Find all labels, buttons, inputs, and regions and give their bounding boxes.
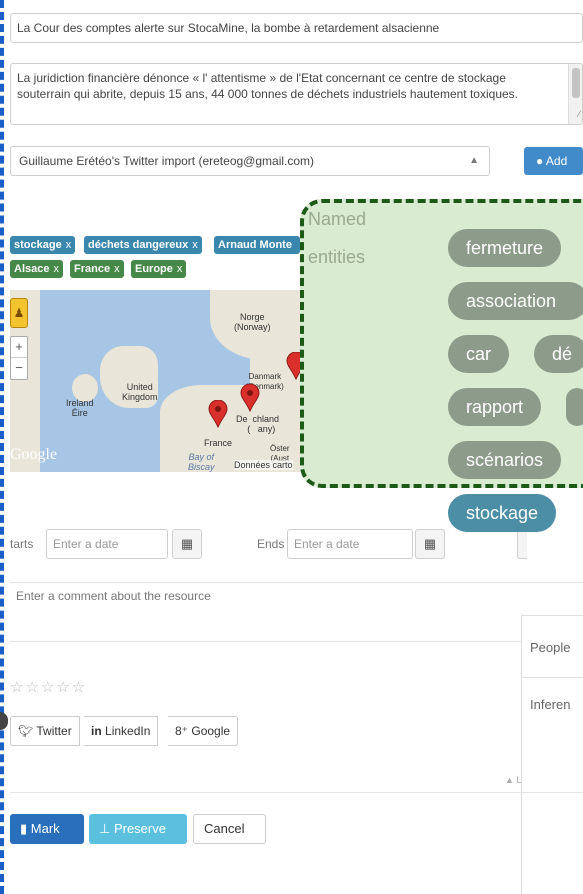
- named-entities-title-line1: Named: [308, 209, 367, 229]
- tag-label: Alsace: [14, 263, 50, 275]
- pin-icon: ⊥: [99, 821, 111, 836]
- twitter-icon: 🐦︎: [18, 724, 34, 738]
- google-logo: Google: [10, 446, 58, 463]
- preserve-button[interactable]: ⊥ Preserve: [89, 814, 187, 844]
- select-caret-icon: ▲: [469, 155, 479, 166]
- account-select[interactable]: Guillaume Erétéo's Twitter import (erete…: [10, 146, 490, 176]
- people-heading: People: [530, 640, 571, 655]
- tag-label: déchets dangereux: [88, 239, 189, 251]
- map-label-biscay: Bay of Biscay: [188, 452, 215, 472]
- cancel-button[interactable]: Cancel: [193, 814, 266, 844]
- entity-pill[interactable]: car: [448, 335, 510, 373]
- right-panel: People Inferen: [521, 615, 583, 894]
- start-date-input[interactable]: Enter a date: [46, 529, 168, 559]
- map-label-uk: United Kingdom: [122, 382, 158, 402]
- entity-pill[interactable]: dé: [534, 335, 583, 373]
- rating-stars[interactable]: ☆☆☆☆☆: [10, 678, 87, 696]
- scrollbar-thumb[interactable]: [572, 68, 580, 98]
- linkedin-icon: in: [91, 724, 102, 738]
- description-textarea[interactable]: La juridiction financière dénonce « l' a…: [10, 63, 583, 125]
- bookmark-icon: ▮: [20, 821, 28, 836]
- tag-label: Europe: [135, 263, 173, 275]
- tag-label: France: [74, 263, 111, 275]
- entity-pill[interactable]: [566, 388, 583, 426]
- tag-europe: Europe x: [131, 260, 187, 278]
- add-button[interactable]: ● Add: [524, 147, 583, 175]
- end-date-input[interactable]: Enter a date: [287, 529, 413, 559]
- tag-remove-button[interactable]: x: [192, 239, 198, 251]
- scroll-hint[interactable]: ▲ L: [505, 775, 521, 785]
- map-label-norway: Norge (Norway): [234, 312, 271, 332]
- map-label-france: France: [204, 438, 233, 448]
- comment-textarea[interactable]: Enter a comment about the resource: [10, 582, 583, 642]
- map-label-germany: De chland ( any): [236, 414, 280, 434]
- description-text: La juridiction financière dénonce « l' a…: [17, 71, 518, 101]
- mark-button-label: Mark: [30, 821, 60, 836]
- share-google-button[interactable]: 8⁺ Google: [168, 716, 239, 746]
- entity-pill-active[interactable]: stockage: [448, 494, 557, 532]
- share-twitter-button[interactable]: 🐦︎ Twitter: [10, 716, 80, 746]
- divider: [10, 792, 583, 793]
- tag-label: stockage: [14, 239, 62, 251]
- plus-circle-icon: ●: [536, 154, 544, 168]
- starts-label: tarts: [10, 537, 34, 551]
- calendar-icon[interactable]: ▦: [415, 529, 445, 559]
- zoom-out-button[interactable]: −: [11, 358, 27, 379]
- ends-label: Ends: [257, 537, 285, 551]
- location-map[interactable]: Norge (Norway) Danmark (Denmark) United …: [10, 290, 300, 472]
- calendar-icon[interactable]: ▦: [172, 529, 202, 559]
- google-plus-icon: 8⁺: [175, 724, 189, 738]
- tag-alsace: Alsace x: [10, 260, 63, 278]
- map-marker-icon[interactable]: [208, 400, 228, 428]
- tag-dechets-dangereux: déchets dangereux x: [84, 236, 202, 254]
- tag-france: France x: [70, 260, 124, 278]
- named-entities-panel: Named entities fermeture association car…: [300, 199, 583, 532]
- tag-remove-button[interactable]: x: [177, 263, 183, 275]
- map-marker-icon[interactable]: [286, 352, 300, 380]
- preserve-button-label: Preserve: [113, 821, 166, 836]
- entity-pill[interactable]: rapport: [448, 388, 542, 426]
- tag-remove-button[interactable]: x: [114, 263, 120, 275]
- map-zoom-control[interactable]: + −: [10, 336, 28, 380]
- zoom-in-button[interactable]: +: [11, 337, 27, 358]
- left-dashed-border: [0, 0, 9, 894]
- tag-remove-button[interactable]: x: [66, 239, 72, 251]
- entity-pill[interactable]: fermeture: [448, 229, 562, 267]
- inference-heading: Inferen: [530, 697, 571, 712]
- share-twitter-label: Twitter: [36, 724, 72, 738]
- calendar-icon[interactable]: [517, 529, 527, 559]
- tag-remove-button[interactable]: x: [53, 263, 59, 275]
- tag-label: Arnaud Monte: [218, 239, 292, 251]
- resize-grip-icon[interactable]: ⁄: [578, 106, 580, 122]
- tag-arnaud-monte: Arnaud Monte: [214, 236, 300, 254]
- mark-button[interactable]: ▮ Mark: [10, 814, 84, 844]
- entity-pill[interactable]: association: [448, 282, 583, 320]
- pegman-icon[interactable]: ♟: [10, 298, 28, 328]
- add-button-label: Add: [545, 154, 568, 168]
- named-entities-title-line2: entities: [308, 247, 366, 267]
- share-linkedin-label: LinkedIn: [105, 724, 151, 738]
- share-linkedin-button[interactable]: in LinkedIn: [84, 716, 159, 746]
- map-marker-icon[interactable]: [240, 384, 260, 412]
- account-select-value: Guillaume Erétéo's Twitter import (erete…: [19, 154, 315, 168]
- share-google-label: Google: [191, 724, 231, 738]
- title-input[interactable]: La Cour des comptes alerte sur StocaMine…: [10, 13, 583, 43]
- map-label-ireland: Ireland Éire: [66, 398, 94, 418]
- tag-stockage: stockage x: [10, 236, 76, 254]
- map-credit[interactable]: Données carto: [234, 460, 293, 470]
- entity-pill[interactable]: scénarios: [448, 441, 562, 479]
